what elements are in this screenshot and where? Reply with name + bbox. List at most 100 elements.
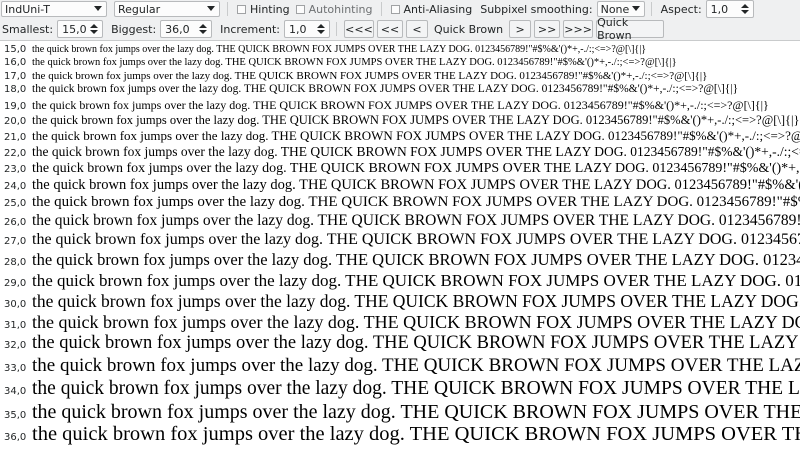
checkbox-icon [237, 4, 246, 14]
waterfall-view[interactable]: 15,0 the quick brown fox jumps over the l… [0, 40, 800, 449]
point-size-label: 27,0 [4, 236, 27, 247]
point-size-label: 30,0 [4, 299, 27, 310]
point-size-label: 18,0 [4, 84, 27, 95]
waterfall-row: 17,0 the quick brown fox jumps over the l… [0, 70, 707, 82]
waterfall-row: 27,0 the quick brown fox jumps over the l… [0, 231, 800, 249]
waterfall-row: 26,0 the quick brown fox jumps over the l… [0, 212, 800, 230]
prev-page-button[interactable]: < [405, 20, 428, 38]
biggest-spinbox[interactable]: 36,0 [160, 20, 213, 38]
waterfall-row: 36,0 the quick brown fox jumps over the l… [0, 423, 800, 446]
waterfall-row: 25,0 the quick brown fox jumps over the l… [0, 194, 800, 211]
sample-text: the quick brown fox jumps over the lazy … [32, 98, 769, 112]
sample-text: the quick brown fox jumps over the lazy … [32, 57, 677, 68]
point-size-label: 28,0 [4, 257, 27, 268]
font-family-select[interactable]: IndUni-T [1, 1, 107, 17]
waterfall-row: 19,0 the quick brown fox jumps over the l… [0, 98, 769, 113]
point-size-label: 26,0 [4, 217, 27, 228]
toolbar-bottom: Smallest: 15,0 Biggest: 36,0 Increment: … [0, 16, 800, 42]
font-style-select[interactable]: Regular [114, 1, 220, 17]
first-page-button[interactable]: <<< [343, 20, 374, 38]
chevron-down-icon [207, 6, 215, 11]
spin-up-icon[interactable] [316, 24, 325, 28]
point-size-label: 25,0 [4, 198, 27, 209]
spin-down-icon[interactable] [740, 10, 749, 14]
point-size-label: 23,0 [4, 164, 27, 175]
sample-text: the quick brown fox jumps over the lazy … [32, 291, 800, 311]
biggest-label: Biggest: [111, 22, 157, 36]
antialiasing-checkbox[interactable]: Anti-Aliasing [390, 2, 473, 16]
waterfall-row: 35,0 the quick brown fox jumps over the l… [0, 401, 800, 424]
autohinting-checkbox[interactable]: Autohinting [295, 2, 373, 16]
point-size-label: 34,0 [4, 386, 27, 397]
spin-down-icon[interactable] [199, 30, 208, 34]
spin-down-icon[interactable] [316, 30, 325, 34]
last-page-button[interactable]: >>> [563, 20, 594, 38]
spin-down-icon[interactable] [90, 30, 99, 34]
quick-brown-button[interactable]: Quick Brown [596, 16, 665, 42]
sample-text: the quick brown fox jumps over the lazy … [32, 128, 800, 143]
checkbox-icon [390, 4, 400, 14]
spin-up-icon[interactable] [740, 4, 749, 8]
spin-up-icon[interactable] [199, 24, 208, 28]
aspect-value: 1,0 [710, 2, 729, 16]
waterfall-row: 20,0 the quick brown fox jumps over the l… [0, 113, 800, 128]
separator [335, 22, 337, 36]
sample-text: the quick brown fox jumps over the lazy … [32, 271, 800, 290]
waterfall-row: 24,0 the quick brown fox jumps over the l… [0, 177, 800, 194]
chevron-down-icon [631, 6, 640, 11]
quick-brown-label: Quick Brown [433, 22, 504, 36]
point-size-label: 32,0 [4, 340, 27, 351]
sample-text: the quick brown fox jumps over the lazy … [32, 231, 800, 248]
sample-text: the quick brown fox jumps over the lazy … [32, 355, 800, 376]
point-size-label: 15,0 [4, 44, 27, 55]
next-page-button[interactable]: > [509, 20, 532, 38]
sample-text: the quick brown fox jumps over the lazy … [32, 401, 800, 423]
waterfall-row: 34,0 the quick brown fox jumps over the l… [0, 378, 800, 400]
chevron-down-icon [94, 6, 102, 11]
smallest-label: Smallest: [2, 22, 54, 36]
sample-text: the quick brown fox jumps over the lazy … [32, 250, 800, 269]
hinting-checkbox[interactable]: Hinting [237, 3, 290, 16]
smallest-value: 15,0 [62, 22, 87, 36]
toolbar-top: IndUni-T Regular Hinting Autohinting Ant… [0, 0, 800, 18]
point-size-label: 24,0 [4, 181, 27, 192]
antialiasing-label: Anti-Aliasing [403, 2, 473, 16]
waterfall-row: 33,0 the quick brown fox jumps over the l… [0, 355, 800, 377]
increment-spinbox[interactable]: 1,0 [283, 20, 330, 38]
sample-text: the quick brown fox jumps over the lazy … [32, 212, 800, 229]
smallest-spinbox[interactable]: 15,0 [57, 20, 104, 38]
increment-value: 1,0 [288, 22, 307, 36]
waterfall-row: 22,0 the quick brown fox jumps over the l… [0, 144, 800, 160]
waterfall-row: 21,0 the quick brown fox jumps over the l… [0, 128, 800, 144]
sample-text: the quick brown fox jumps over the lazy … [32, 161, 800, 176]
sample-text: the quick brown fox jumps over the lazy … [32, 177, 800, 193]
font-style-value: Regular [118, 2, 161, 16]
sample-text: the quick brown fox jumps over the lazy … [32, 312, 800, 332]
point-size-label: 21,0 [4, 132, 27, 143]
checkbox-icon [295, 4, 305, 14]
sample-text: the quick brown fox jumps over the lazy … [32, 333, 800, 353]
point-size-label: 22,0 [4, 148, 27, 159]
font-family-value: IndUni-T [5, 2, 50, 16]
point-size-label: 29,0 [4, 278, 27, 289]
point-size-label: 31,0 [4, 320, 27, 331]
waterfall-row: 31,0 the quick brown fox jumps over the l… [0, 312, 800, 333]
next-page-fast-button[interactable]: >> [534, 20, 561, 38]
sample-text: the quick brown fox jumps over the lazy … [32, 113, 800, 127]
prev-page-fast-button[interactable]: << [376, 20, 403, 38]
autohinting-label: Autohinting [308, 2, 373, 16]
separator [380, 2, 382, 16]
separator [227, 2, 228, 16]
aspect-label: Aspect: [660, 2, 702, 16]
aspect-spinbox[interactable]: 1,0 [705, 0, 754, 18]
subpixel-select[interactable]: None [596, 1, 645, 17]
sample-text: the quick brown fox jumps over the lazy … [32, 70, 708, 82]
point-size-label: 35,0 [4, 410, 27, 421]
sample-text: the quick brown fox jumps over the lazy … [32, 423, 800, 445]
subpixel-label: Subpixel smoothing: [480, 2, 593, 16]
point-size-label: 16,0 [4, 57, 27, 68]
subpixel-value: None [600, 2, 630, 16]
waterfall-row: 16,0 the quick brown fox jumps over the l… [0, 57, 677, 68]
spin-up-icon[interactable] [90, 24, 99, 28]
waterfall-row: 29,0 the quick brown fox jumps over the l… [0, 271, 800, 291]
